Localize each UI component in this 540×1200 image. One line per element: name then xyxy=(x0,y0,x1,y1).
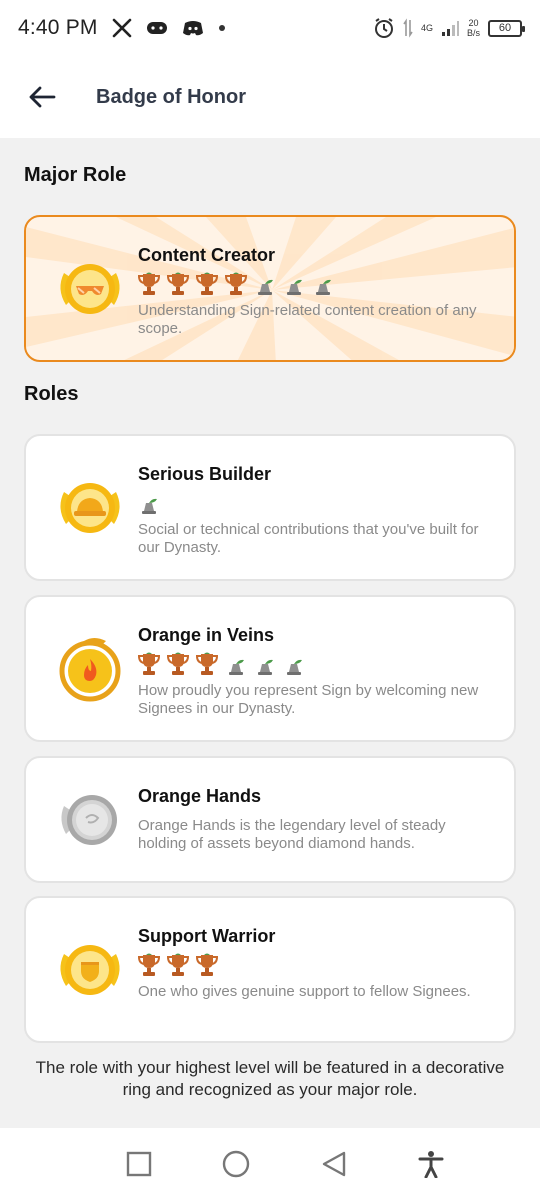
trophy-earned-icon xyxy=(225,272,247,295)
trophy-earned-icon xyxy=(167,652,189,675)
role-description: How proudly you represent Sign by welcom… xyxy=(138,682,479,717)
signal-bars-icon xyxy=(441,21,459,36)
game-controller-icon xyxy=(146,22,167,34)
role-body: Orange in Veins How proudly you represen… xyxy=(138,625,486,718)
trophy-locked-icon xyxy=(287,279,302,295)
role-description: One who gives genuine support to fellow … xyxy=(138,983,471,1000)
trophy-earned-icon xyxy=(196,652,218,675)
page-title: Badge of Honor xyxy=(96,85,246,108)
dragon-flame-badge-icon xyxy=(59,638,121,702)
level-trophies xyxy=(138,489,486,515)
circle-home-icon xyxy=(223,1150,250,1178)
trophy-earned-icon xyxy=(196,953,218,976)
status-time: 4:40 PM xyxy=(18,16,98,39)
role-card-orange-hands[interactable]: Orange Hands Orange Hands is the legenda… xyxy=(24,756,516,883)
battery-icon: 60 xyxy=(488,19,525,37)
alarm-clock-icon xyxy=(374,18,393,38)
triangle-back-icon xyxy=(322,1151,345,1177)
role-body: Serious Builder Social or technical cont… xyxy=(138,464,486,557)
major-role-heading: Major Role xyxy=(24,164,127,186)
trophy-locked-icon xyxy=(287,659,302,675)
system-nav-bar xyxy=(0,1128,540,1200)
status-right: 4G 20 B/s 60 xyxy=(373,17,525,39)
role-body: Support Warrior One who gives genuine su… xyxy=(138,926,486,1001)
data-arrows-icon xyxy=(403,18,413,38)
home-button[interactable] xyxy=(216,1144,256,1184)
role-name: Serious Builder xyxy=(138,464,272,484)
role-name: Support Warrior xyxy=(138,926,276,946)
role-card-orange-in-veins[interactable]: Orange in Veins How proudly you represen… xyxy=(24,595,516,742)
hard-hat-badge-icon xyxy=(60,483,120,533)
role-card-support-warrior[interactable]: Support Warrior One who gives genuine su… xyxy=(24,896,516,1043)
accessibility-person-icon xyxy=(418,1151,444,1178)
roles-heading: Roles xyxy=(24,383,79,405)
network-type: 4G xyxy=(421,23,433,33)
role-description: Social or technical contributions that y… xyxy=(138,521,479,556)
trophy-earned-icon xyxy=(167,272,189,295)
major-role-body: Content Creator Understanding Sign-relat… xyxy=(138,245,486,338)
trophy-locked-icon xyxy=(229,659,244,675)
role-name: Orange in Veins xyxy=(138,625,275,645)
trophy-locked-icon xyxy=(258,279,273,295)
trophy-locked-icon xyxy=(142,498,157,514)
shield-badge-icon xyxy=(60,945,120,995)
x-logo-icon xyxy=(112,18,131,38)
square-recents-icon xyxy=(126,1151,151,1177)
status-bar: 4:40 PM 4G 20 B/s 60 xyxy=(0,0,540,56)
main-content[interactable]: Major Role Content Creator Understanding… xyxy=(0,138,540,1128)
more-notifications-dot-icon xyxy=(218,25,225,31)
sunglasses-badge-icon xyxy=(60,264,120,314)
back-nav-button[interactable] xyxy=(314,1144,354,1184)
role-name: Orange Hands xyxy=(138,786,262,806)
app-header: Badge of Honor xyxy=(0,56,540,138)
major-role-card[interactable]: Content Creator Understanding Sign-relat… xyxy=(24,215,516,362)
network-type-label: 4G xyxy=(420,23,433,33)
back-button[interactable] xyxy=(22,77,62,117)
trophy-locked-icon xyxy=(258,659,273,675)
recents-button[interactable] xyxy=(119,1144,159,1184)
role-description: Orange Hands is the legendary level of s… xyxy=(138,817,446,852)
trophy-earned-icon xyxy=(138,652,160,675)
level-trophies xyxy=(138,951,486,977)
trophy-earned-icon xyxy=(138,272,160,295)
network-speed: 20 B/s xyxy=(467,18,480,38)
trophy-earned-icon xyxy=(138,953,160,976)
trophy-earned-icon xyxy=(196,272,218,295)
role-card-serious-builder[interactable]: Serious Builder Social or technical cont… xyxy=(24,434,516,581)
role-body: Orange Hands Orange Hands is the legenda… xyxy=(138,786,486,853)
back-arrow-icon xyxy=(29,86,56,108)
notification-icons xyxy=(112,18,226,38)
role-description: Understanding Sign-related content creat… xyxy=(138,302,477,337)
speed-unit: B/s xyxy=(466,28,480,38)
role-name: Content Creator xyxy=(138,245,276,265)
trophy-locked-icon xyxy=(316,279,331,295)
battery-level: 60 xyxy=(498,22,512,34)
silver-coin-badge-icon xyxy=(61,795,117,845)
trophy-earned-icon xyxy=(167,953,189,976)
level-trophies xyxy=(138,270,486,296)
accessibility-button[interactable] xyxy=(411,1144,451,1184)
speed-value: 20 xyxy=(468,18,479,28)
major-role-info-note: The role with your highest level will be… xyxy=(35,1058,505,1099)
level-trophies xyxy=(138,650,486,676)
discord-icon xyxy=(182,21,203,36)
